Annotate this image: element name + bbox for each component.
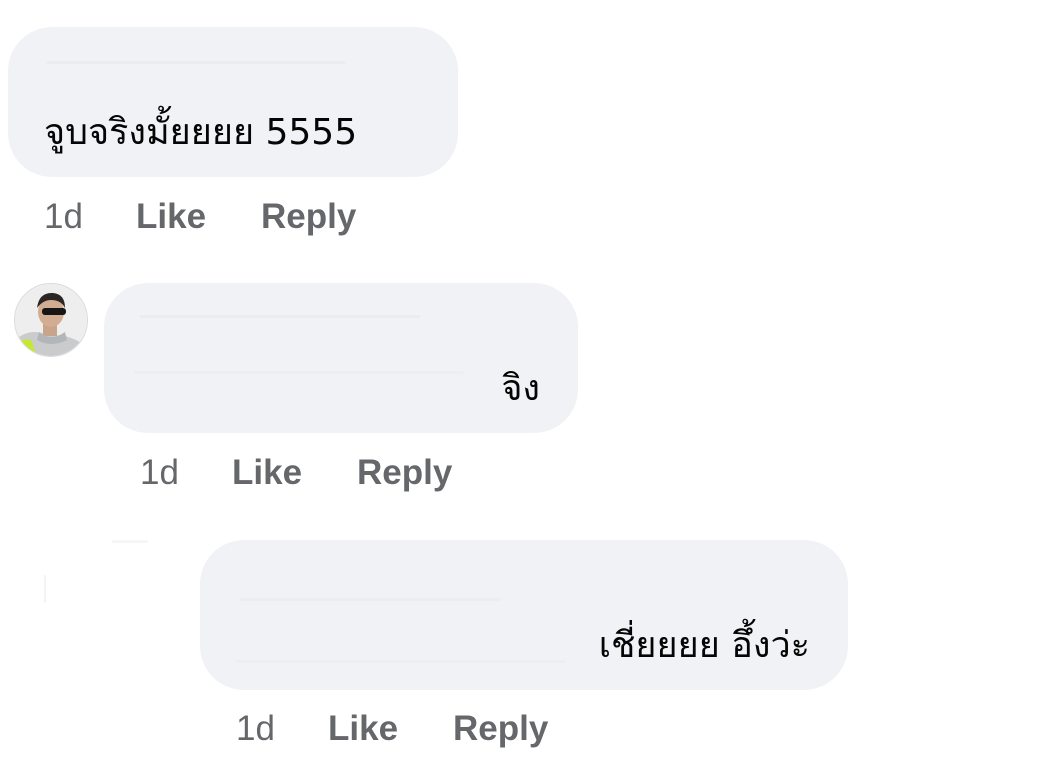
commenter-name-redacted bbox=[240, 598, 500, 601]
commenter-name-redacted bbox=[140, 315, 420, 318]
comment-timestamp: 1d bbox=[236, 709, 275, 748]
comment-text-redacted bbox=[134, 371, 464, 374]
reply-button[interactable]: Reply bbox=[357, 455, 452, 490]
avatar-image bbox=[15, 284, 87, 356]
comment-text-redacted bbox=[236, 660, 566, 663]
like-button[interactable]: Like bbox=[328, 711, 398, 746]
reply-button[interactable]: Reply bbox=[453, 711, 548, 746]
like-button[interactable]: Like bbox=[136, 199, 206, 234]
redacted-avatar-mark bbox=[112, 540, 148, 543]
commenter-name-redacted bbox=[46, 61, 346, 64]
redacted-avatar-mark bbox=[44, 575, 46, 603]
comment-text: จิง bbox=[501, 368, 540, 409]
comment-bubble-2: จิง bbox=[104, 283, 578, 433]
comment-text: จูบจริงมั้ยยยย 5555 bbox=[44, 112, 358, 153]
reply-button[interactable]: Reply bbox=[261, 199, 356, 234]
comment-timestamp: 1d bbox=[44, 197, 83, 236]
comment-timestamp: 1d bbox=[140, 453, 179, 492]
comment-bubble-3: เชี่ยยยย อึ้งว่ะ bbox=[200, 540, 848, 690]
like-button[interactable]: Like bbox=[232, 455, 302, 490]
comment-bubble-1: จูบจริงมั้ยยยย 5555 bbox=[8, 27, 458, 177]
comment-text: เชี่ยยยย อึ้งว่ะ bbox=[598, 625, 810, 666]
user-avatar-icon[interactable] bbox=[14, 283, 88, 357]
